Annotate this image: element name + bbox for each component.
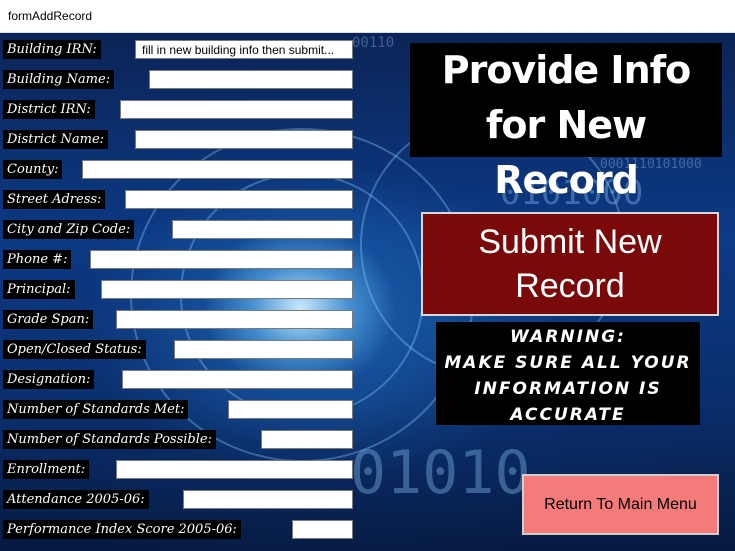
county-label: County:	[3, 160, 63, 179]
enrollment-label: Enrollment:	[3, 460, 90, 479]
district-irn-label: District IRN:	[3, 100, 95, 119]
form-row-attendance: Attendance 2005-06:	[0, 486, 360, 516]
enrollment-input[interactable]	[116, 460, 353, 479]
performance-index-label: Performance Index Score 2005-06:	[3, 520, 241, 539]
building-name-label: Building Name:	[3, 70, 115, 89]
submit-new-record-button[interactable]: Submit New Record	[421, 212, 719, 316]
open-closed-status-input[interactable]	[174, 340, 353, 359]
background-digits: 01010	[350, 438, 531, 508]
title-bar: formAddRecord	[0, 0, 735, 33]
designation-label: Designation:	[3, 370, 95, 389]
district-irn-input[interactable]	[120, 100, 353, 119]
grade-span-label: Grade Span:	[3, 310, 94, 329]
form-row-performance-index: Performance Index Score 2005-06:	[0, 516, 360, 546]
form-client-area: 00110 0001110101000 0101000 01010 Buildi…	[0, 33, 735, 551]
form-row-district-irn: District IRN:	[0, 96, 360, 126]
form-row-principal: Principal:	[0, 276, 360, 306]
form-row-street-address: Street Adress:	[0, 186, 360, 216]
district-name-input[interactable]	[135, 130, 353, 149]
warning-line-3: INFORMATION IS	[474, 379, 662, 399]
building-irn-label: Building IRN:	[3, 40, 101, 59]
city-zip-input[interactable]	[172, 220, 353, 239]
submit-button-line-1: Submit New	[478, 223, 662, 261]
window-title: formAddRecord	[8, 9, 93, 23]
standards-possible-input[interactable]	[261, 430, 353, 449]
warning-banner: WARNING: MAKE SURE ALL YOUR INFORMATION …	[436, 322, 700, 425]
standards-met-label: Number of Standards Met:	[3, 400, 189, 419]
headline-banner: Provide Info for New Record	[410, 43, 722, 202]
principal-label: Principal:	[3, 280, 75, 299]
return-to-main-menu-button[interactable]: Return To Main Menu	[522, 474, 719, 535]
county-input[interactable]	[82, 160, 353, 179]
standards-met-input[interactable]	[228, 400, 353, 419]
form-row-building-irn: Building IRN:	[0, 36, 360, 66]
attendance-input[interactable]	[183, 490, 353, 509]
form-row-building-name: Building Name:	[0, 66, 360, 96]
form-row-designation: Designation:	[0, 366, 360, 396]
attendance-label: Attendance 2005-06:	[3, 490, 149, 509]
building-irn-input[interactable]	[135, 40, 353, 59]
headline-line-2: for New Record	[485, 103, 647, 202]
grade-span-input[interactable]	[116, 310, 353, 329]
form-row-grade-span: Grade Span:	[0, 306, 360, 336]
performance-index-input[interactable]	[292, 520, 353, 539]
city-zip-label: City and Zip Code:	[3, 220, 135, 239]
standards-possible-label: Number of Standards Possible:	[3, 430, 216, 449]
form-row-enrollment: Enrollment:	[0, 456, 360, 486]
headline-line-1: Provide Info	[441, 48, 692, 92]
form-row-standards-met: Number of Standards Met:	[0, 396, 360, 426]
submit-button-line-2: Record	[515, 267, 625, 305]
form-row-phone: Phone #:	[0, 246, 360, 276]
designation-input[interactable]	[122, 370, 353, 389]
principal-input[interactable]	[101, 280, 353, 299]
form-row-district-name: District Name:	[0, 126, 360, 156]
building-name-input[interactable]	[149, 70, 353, 89]
open-closed-status-label: Open/Closed Status:	[3, 340, 146, 359]
phone-input[interactable]	[90, 250, 353, 269]
phone-label: Phone #:	[3, 250, 72, 269]
form-row-county: County:	[0, 156, 360, 186]
district-name-label: District Name:	[3, 130, 109, 149]
warning-line-2: MAKE SURE ALL YOUR	[444, 353, 692, 373]
form-row-city-zip: City and Zip Code:	[0, 216, 360, 246]
warning-line-4: ACCURATE	[510, 405, 626, 425]
street-address-input[interactable]	[125, 190, 353, 209]
form-row-standards-possible: Number of Standards Possible:	[0, 426, 360, 456]
form-row-open-closed-status: Open/Closed Status:	[0, 336, 360, 366]
street-address-label: Street Adress:	[3, 190, 106, 209]
warning-line-1: WARNING:	[510, 327, 626, 347]
